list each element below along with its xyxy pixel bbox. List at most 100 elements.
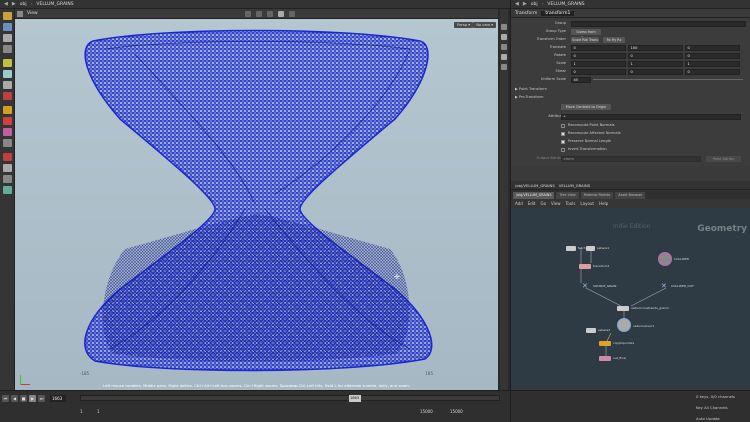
node-vellum-solver[interactable]: [617, 318, 631, 332]
menu-tools[interactable]: Tools: [566, 201, 576, 206]
3d-viewport[interactable]: Persp ▾ No cam ▾ ✛ -185 185 Left mouse t…: [15, 19, 498, 390]
network-path-obj[interactable]: /obj/VELLUM_GRAINS: [515, 183, 555, 188]
tab-network[interactable]: /obj/VELLUM_GRAINS: [513, 192, 555, 199]
display-options-icon[interactable]: [267, 11, 273, 17]
shear-y[interactable]: 0: [628, 68, 683, 75]
grid-label-left: -185: [80, 371, 90, 376]
network-path-node[interactable]: VELLUM_GRAINS: [559, 183, 590, 188]
wireframe-icon[interactable]: [278, 11, 284, 17]
range-start-field[interactable]: 1: [80, 409, 83, 414]
params-path-node[interactable]: VELLUM_GRAINS: [547, 2, 584, 7]
magnet-icon[interactable]: [3, 128, 12, 136]
lasso-icon[interactable]: [3, 175, 12, 183]
auto-update-select[interactable]: Auto Update: [696, 416, 720, 421]
node-vellum-constraints[interactable]: [617, 306, 629, 311]
node-fetch[interactable]: [566, 246, 576, 251]
menu-layout[interactable]: Layout: [580, 201, 594, 206]
uniform-scale-slider[interactable]: [593, 79, 743, 80]
current-frame-field[interactable]: 1663: [50, 394, 66, 402]
range-end-field[interactable]: 15000: [420, 409, 433, 414]
view-tool-icon[interactable]: [3, 81, 12, 89]
menu-go[interactable]: Go: [541, 201, 547, 206]
node-collider[interactable]: [658, 252, 672, 266]
output-attribute-menu[interactable]: Point Attribu: [706, 155, 741, 162]
translate-z[interactable]: 0: [685, 44, 740, 51]
step-back-button[interactable]: ◀: [11, 394, 18, 402]
back-arrow-icon[interactable]: ◀: [4, 1, 8, 7]
light-icon[interactable]: [3, 186, 12, 194]
scale-x[interactable]: 1: [571, 60, 626, 67]
recompute-affected-normals-checkbox[interactable]: [561, 131, 565, 136]
menu-help[interactable]: Help: [599, 201, 608, 206]
node-sphere2[interactable]: [586, 328, 596, 333]
frame-marker[interactable]: 1663: [348, 395, 361, 402]
params-forward-icon[interactable]: ▶: [523, 1, 527, 7]
node-collider-out[interactable]: ✕: [661, 282, 669, 290]
uniform-scale-field[interactable]: 45: [571, 76, 591, 83]
move-tool-icon[interactable]: [3, 34, 12, 42]
attributes-field[interactable]: *: [561, 113, 741, 120]
node-name-field[interactable]: transform1: [541, 10, 575, 16]
rotate-tool-icon[interactable]: [3, 45, 12, 53]
move-centroid-button[interactable]: Move Centroid to Origin: [561, 103, 611, 110]
range-end-field-2[interactable]: 15000: [450, 409, 463, 414]
key-all-channels[interactable]: Key All Channels: [696, 405, 728, 410]
params-back-icon[interactable]: ◀: [515, 1, 519, 7]
range-start-field-2[interactable]: 1: [97, 409, 100, 414]
forward-arrow-icon[interactable]: ▶: [12, 1, 16, 7]
tab-material-palette[interactable]: Material Palette: [580, 192, 614, 199]
invert-transformation-checkbox[interactable]: [561, 147, 565, 152]
path-node[interactable]: VELLUM_GRAINS: [36, 2, 73, 7]
camera-icon[interactable]: [3, 164, 12, 172]
rotate-order-select[interactable]: Rx Ry Rz: [603, 36, 625, 43]
scale-z[interactable]: 1: [685, 60, 740, 67]
timeline-slider[interactable]: 1663: [80, 395, 500, 402]
node-transform[interactable]: [579, 264, 591, 269]
rotate-x[interactable]: 0: [571, 52, 626, 59]
transform-order-select[interactable]: Scale Rot Trans: [571, 36, 599, 43]
network-editor[interactable]: Indie Edition Geometry fetch1 sphere1 tr…: [511, 208, 750, 388]
play-button[interactable]: ▶: [29, 394, 36, 402]
node-source-grain[interactable]: ✕: [582, 282, 590, 290]
handle-tool-icon[interactable]: [3, 23, 12, 31]
scale-tool-icon[interactable]: [3, 59, 12, 67]
params-path-obj[interactable]: obj: [531, 2, 538, 7]
recompute-point-normals-checkbox[interactable]: [561, 123, 565, 128]
snap-prim-icon[interactable]: [3, 117, 12, 125]
translate-x[interactable]: 0: [571, 44, 626, 51]
group-type-select[interactable]: Guess from Group: [571, 28, 601, 40]
rotate-z[interactable]: 0: [685, 52, 740, 59]
point-transform-toggle[interactable]: ▶ Point Transform: [515, 86, 547, 93]
pose-tool-icon[interactable]: [3, 70, 12, 78]
record-tool-icon[interactable]: [3, 92, 12, 100]
node-sphere[interactable]: [586, 246, 595, 251]
shear-x[interactable]: 0: [571, 68, 626, 75]
ghost-icon[interactable]: [289, 11, 295, 17]
headphones-icon[interactable]: [3, 153, 12, 161]
snap-point-icon[interactable]: [3, 106, 12, 114]
menu-view[interactable]: View: [551, 201, 561, 206]
pre-transform-toggle[interactable]: ▶ Pre-Transform: [515, 94, 543, 101]
view-pane-icon[interactable]: [17, 10, 23, 17]
node-out[interactable]: [599, 356, 611, 361]
translate-y[interactable]: 100: [628, 44, 683, 51]
rotate-y[interactable]: 0: [628, 52, 683, 59]
output-attribute-field[interactable]: xform: [561, 155, 701, 162]
scale-y[interactable]: 1: [628, 60, 683, 67]
path-obj[interactable]: obj: [20, 2, 27, 7]
group-field[interactable]: [571, 20, 746, 27]
persp-icon[interactable]: [245, 11, 251, 17]
jump-end-button[interactable]: ⏭: [38, 394, 45, 402]
jump-start-button[interactable]: ⏮: [2, 394, 9, 402]
shear-z[interactable]: 0: [685, 68, 740, 75]
stop-button[interactable]: ■: [20, 394, 27, 402]
camera-select-icon[interactable]: [256, 11, 262, 17]
menu-add[interactable]: Add: [515, 201, 523, 206]
tab-tree-view[interactable]: Tree View: [556, 192, 579, 199]
grid-snap-icon[interactable]: [3, 139, 12, 147]
select-tool-icon[interactable]: [3, 12, 12, 20]
node-copytopoints[interactable]: [599, 341, 611, 346]
tab-asset-browser[interactable]: Asset Browser: [615, 192, 646, 199]
preserve-normal-length-checkbox[interactable]: [561, 139, 565, 144]
menu-edit[interactable]: Edit: [528, 201, 536, 206]
